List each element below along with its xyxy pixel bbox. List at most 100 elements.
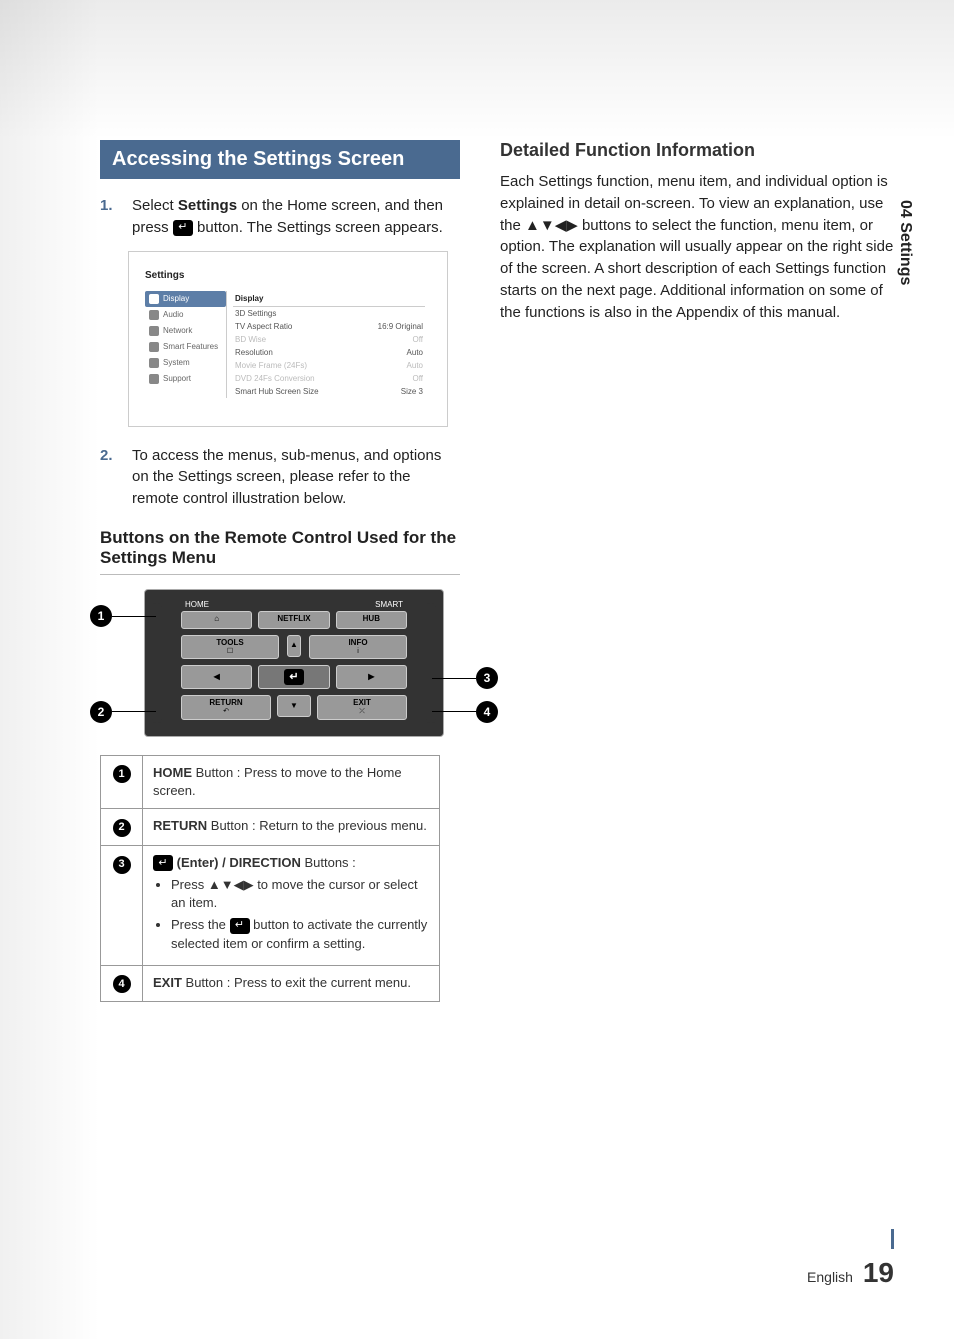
step-number: 2. — [100, 445, 118, 510]
pane-title: Display — [233, 291, 425, 307]
callout-2: 2 — [90, 701, 112, 723]
nav-label: Display — [163, 294, 189, 303]
nav-item-smart-features[interactable]: Smart Features — [145, 339, 226, 355]
content: Accessing the Settings Screen 1. Select … — [100, 140, 894, 1002]
legend-text: RETURN Button : Return to the previous m… — [143, 809, 440, 846]
setting-label: Movie Frame (24Fs) — [235, 361, 307, 370]
dpad-right[interactable]: ▶ — [336, 665, 407, 689]
smart-icon — [149, 342, 159, 352]
display-icon — [149, 294, 159, 304]
list-item: Press ▲▼◀▶ to move the cursor or select … — [171, 876, 429, 912]
page-footer: English 19 — [807, 1257, 894, 1289]
home-button[interactable]: ⌂ — [181, 611, 252, 629]
dpad-up[interactable]: ▲ — [287, 635, 301, 657]
info-button[interactable]: INFOi — [309, 635, 407, 659]
setting-value: Auto — [407, 348, 423, 357]
settings-row[interactable]: Smart Hub Screen Size Size 3 — [233, 385, 425, 398]
background-fade-top — [0, 0, 954, 140]
enter-icon — [173, 220, 193, 236]
settings-row[interactable]: Resolution Auto — [233, 346, 425, 359]
settings-nav: Display Audio Network Smart Features Sys… — [145, 291, 227, 398]
settings-row[interactable]: Movie Frame (24Fs)Auto — [233, 359, 425, 372]
dpad-left[interactable]: ◀ — [181, 665, 252, 689]
support-icon — [149, 374, 159, 384]
step-text: To access the menus, sub-menus, and opti… — [132, 445, 460, 510]
exit-button[interactable]: EXIT⤫ — [317, 695, 407, 719]
legend-text: (Enter) / DIRECTION Buttons : Press ▲▼◀▶… — [143, 845, 440, 965]
text-bold: Settings — [178, 197, 237, 214]
legend-num-4: 4 — [113, 975, 131, 993]
legend-text: EXIT Button : Press to exit the current … — [143, 965, 440, 1002]
smart-hub-button[interactable]: HUB — [336, 611, 407, 629]
remote-illustration: 1 2 3 4 HOME SMART ⌂ NETFLIX HUB — [128, 589, 460, 737]
label-home: HOME — [185, 600, 209, 609]
subheading-remote: Buttons on the Remote Control Used for t… — [100, 528, 460, 575]
dpad-down[interactable]: ▼ — [277, 695, 311, 717]
network-icon — [149, 326, 159, 336]
setting-label: Resolution — [235, 348, 273, 357]
text: button. The Settings screen appears. — [193, 219, 443, 236]
legend-num-3: 3 — [113, 856, 131, 874]
nav-item-system[interactable]: System — [145, 355, 226, 371]
system-icon — [149, 358, 159, 368]
nav-label: Support — [163, 374, 191, 383]
settings-title: Settings — [145, 270, 431, 281]
remote-rail — [426, 603, 436, 723]
detailed-info-heading: Detailed Function Information — [500, 140, 894, 161]
section-tab: 04 Settings — [896, 200, 914, 285]
detailed-info-body: Each Settings function, menu item, and i… — [500, 171, 894, 323]
remote-legend-table: 1 HOME Button : Press to move to the Hom… — [100, 755, 440, 1003]
settings-row[interactable]: 3D Settings — [233, 307, 425, 320]
setting-value: Off — [412, 374, 423, 383]
label-smart: SMART — [375, 600, 403, 609]
setting-value: Off — [412, 335, 423, 344]
step-2: 2. To access the menus, sub-menus, and o… — [100, 445, 460, 510]
text: Select — [132, 197, 178, 214]
enter-button[interactable] — [258, 665, 329, 689]
return-button[interactable]: RETURN↶ — [181, 695, 271, 719]
settings-row[interactable]: DVD 24Fs Conversion Off — [233, 372, 425, 385]
table-row: 1 HOME Button : Press to move to the Hom… — [101, 755, 440, 808]
section-header: Accessing the Settings Screen — [100, 140, 460, 179]
setting-label: BD Wise — [235, 335, 266, 344]
step-number: 1. — [100, 195, 118, 239]
left-column: Accessing the Settings Screen 1. Select … — [100, 140, 460, 1002]
step-text: Select Settings on the Home screen, and … — [132, 195, 460, 239]
footer-rule — [891, 1229, 894, 1249]
remote-rail — [152, 603, 162, 723]
settings-body: Display Audio Network Smart Features Sys… — [145, 291, 431, 398]
audio-icon — [149, 310, 159, 320]
setting-value: Size 3 — [401, 387, 423, 396]
nav-item-support[interactable]: Support — [145, 371, 226, 387]
page-number: 19 — [863, 1257, 894, 1288]
nav-label: System — [163, 358, 190, 367]
nav-label: Smart Features — [163, 342, 218, 351]
nav-label: Audio — [163, 310, 183, 319]
legend-num-1: 1 — [113, 765, 131, 783]
settings-row[interactable]: TV Aspect Ratio16:9 Original — [233, 320, 425, 333]
nav-item-display[interactable]: Display — [145, 291, 226, 307]
setting-label: 3D Settings — [235, 309, 276, 318]
netflix-button[interactable]: NETFLIX — [258, 611, 329, 629]
page: 04 Settings Accessing the Settings Scree… — [0, 0, 954, 1339]
callout-line — [432, 711, 476, 712]
callout-line — [432, 678, 476, 679]
callout-line — [112, 616, 156, 617]
setting-label: Smart Hub Screen Size — [235, 387, 319, 396]
tools-button[interactable]: TOOLS☐ — [181, 635, 279, 659]
callout-line — [112, 711, 156, 712]
settings-row[interactable]: BD Wise Off — [233, 333, 425, 346]
remote-top-labels: HOME SMART — [181, 600, 407, 611]
list-item: Press the button to activate the current… — [171, 916, 429, 952]
settings-pane: Display 3D Settings TV Aspect Ratio16:9 O… — [227, 291, 431, 398]
right-column: Detailed Function Information Each Setti… — [500, 140, 894, 1002]
table-row: 3 (Enter) / DIRECTION Buttons : Press ▲▼… — [101, 845, 440, 965]
legend-num-2: 2 — [113, 819, 131, 837]
legend-text: HOME Button : Press to move to the Home … — [143, 755, 440, 808]
nav-item-network[interactable]: Network — [145, 323, 226, 339]
settings-screen-mock: Settings Display Audio Network Smart Fea… — [128, 251, 448, 427]
setting-label: TV Aspect Ratio — [235, 322, 292, 331]
nav-item-audio[interactable]: Audio — [145, 307, 226, 323]
setting-label: DVD 24Fs Conversion — [235, 374, 315, 383]
enter-icon — [153, 855, 173, 871]
